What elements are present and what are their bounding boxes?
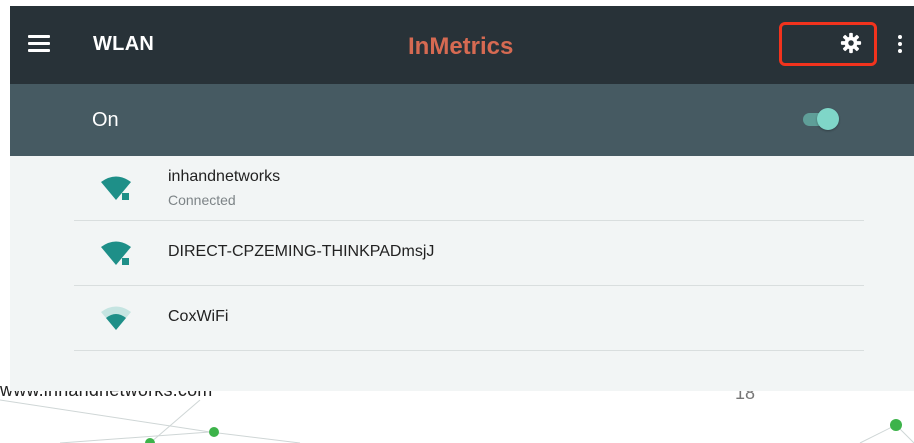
wifi-toggle[interactable] bbox=[803, 106, 841, 132]
wifi-switch-bar[interactable]: On bbox=[10, 84, 914, 156]
wifi-switch-label: On bbox=[92, 109, 119, 131]
wifi-open-icon bbox=[101, 306, 131, 330]
gear-icon[interactable] bbox=[840, 32, 862, 54]
overflow-menu-icon[interactable] bbox=[898, 35, 904, 57]
app-bar: WLAN InMetrics bbox=[10, 6, 914, 84]
network-status: Connected bbox=[168, 192, 236, 208]
wifi-secured-icon bbox=[101, 241, 131, 265]
network-list: inhandnetworks Connected DIRECT-CPZEMING… bbox=[10, 156, 914, 351]
page-title: WLAN bbox=[93, 33, 155, 55]
device-screen: WLAN InMetrics On inhandnetworks Connect… bbox=[10, 6, 914, 391]
network-row[interactable]: CoxWiFi bbox=[74, 286, 864, 351]
gear-highlight-box bbox=[779, 22, 877, 66]
network-ssid: CoxWiFi bbox=[168, 308, 229, 325]
network-row[interactable]: DIRECT-CPZEMING-THINKPADmsjJ bbox=[74, 221, 864, 286]
decoration-dot bbox=[145, 438, 155, 443]
watermark-logo: InMetrics bbox=[408, 33, 514, 60]
network-ssid: DIRECT-CPZEMING-THINKPADmsjJ bbox=[168, 243, 435, 260]
menu-icon[interactable] bbox=[28, 35, 50, 53]
decoration-dot bbox=[890, 419, 902, 431]
network-ssid: inhandnetworks bbox=[168, 168, 281, 185]
wifi-secured-icon bbox=[101, 176, 131, 200]
network-row[interactable]: inhandnetworks Connected bbox=[74, 156, 864, 221]
decoration-dot bbox=[209, 427, 219, 437]
